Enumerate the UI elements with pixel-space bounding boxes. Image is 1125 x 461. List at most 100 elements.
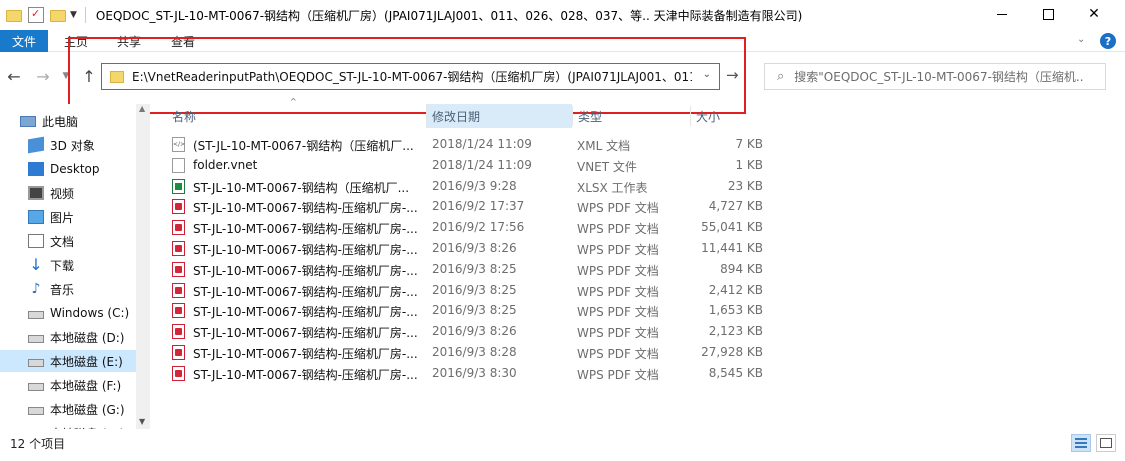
file-date: 2016/9/3 8:26 bbox=[432, 324, 517, 339]
file-type: WPS PDF 文档 bbox=[577, 367, 659, 382]
pc-icon bbox=[20, 115, 36, 127]
file-type: WPS PDF 文档 bbox=[577, 201, 659, 216]
column-header-size[interactable]: 大小 bbox=[690, 104, 770, 128]
file-row[interactable]: ST-JL-10-MT-0067-钢结构（压缩机厂... 2016/9/3 9:2… bbox=[166, 176, 770, 197]
video-icon bbox=[28, 186, 44, 200]
tab-file[interactable]: 文件 bbox=[0, 30, 48, 52]
forward-arrow-icon[interactable]: → bbox=[33, 66, 53, 86]
file-size: 11,441 KB bbox=[701, 241, 763, 255]
sidebar-item[interactable]: Windows (C:) bbox=[0, 302, 150, 324]
search-input[interactable]: ⌕ 搜索"OEQDOC_ST-JL-10-MT-0067-钢结构（压缩机... bbox=[764, 63, 1106, 90]
sidebar-item[interactable]: 本地磁盘 (E:) bbox=[0, 350, 150, 372]
sidebar-item-label: 本地磁盘 (H:) bbox=[50, 425, 124, 430]
file-type: WPS PDF 文档 bbox=[577, 263, 659, 278]
sidebar-item[interactable]: ↓ 下载 bbox=[0, 254, 150, 276]
go-arrow-icon[interactable]: → bbox=[726, 66, 739, 84]
file-name: ST-JL-10-MT-0067-钢结构-压缩机厂房-... bbox=[193, 305, 418, 320]
sidebar-item[interactable]: 本地磁盘 (D:) bbox=[0, 326, 150, 348]
sidebar-item-label: 本地磁盘 (D:) bbox=[50, 330, 125, 345]
pdf-file-icon bbox=[172, 261, 185, 277]
file-row[interactable]: ST-JL-10-MT-0067-钢结构-压缩机厂房-... 2016/9/3 8… bbox=[166, 238, 770, 259]
tab-share[interactable]: 共享 bbox=[117, 33, 141, 50]
xlsx-file-icon bbox=[172, 178, 185, 194]
sidebar-item-label: 文档 bbox=[50, 234, 75, 249]
details-view-button[interactable] bbox=[1071, 434, 1091, 452]
file-row[interactable]: ST-JL-10-MT-0067-钢结构-压缩机厂房-... 2016/9/3 8… bbox=[166, 259, 770, 280]
navigation-bar: ← → ▼ ↑ E:\VnetReaderinputPath\OEQDOC_ST… bbox=[0, 52, 1125, 102]
file-row[interactable]: ST-JL-10-MT-0067-钢结构-压缩机厂房-... 2016/9/3 8… bbox=[166, 342, 770, 363]
drive-icon bbox=[28, 406, 44, 415]
file-size: 8,545 KB bbox=[708, 365, 763, 380]
sidebar-item[interactable]: 视频 bbox=[0, 182, 150, 204]
file-row[interactable]: ST-JL-10-MT-0067-钢结构-压缩机厂房-... 2016/9/2 1… bbox=[166, 217, 770, 238]
folder-icon[interactable] bbox=[6, 10, 22, 22]
chevron-down-icon[interactable]: ⌄ bbox=[703, 69, 711, 80]
pdf-file-icon bbox=[172, 220, 185, 236]
file-row[interactable]: (ST-JL-10-MT-0067-钢结构（压缩机厂... 2018/1/24 1… bbox=[166, 134, 770, 155]
file-type: WPS PDF 文档 bbox=[577, 347, 659, 361]
maximize-icon bbox=[1042, 8, 1054, 20]
properties-icon[interactable] bbox=[28, 7, 44, 23]
column-divider[interactable] bbox=[572, 106, 573, 126]
expand-ribbon-icon[interactable]: ⌄ bbox=[1077, 34, 1085, 45]
chevron-down-icon[interactable]: ▼ bbox=[139, 417, 145, 426]
minimize-icon bbox=[997, 13, 1007, 15]
pdf-file-icon bbox=[172, 199, 185, 215]
file-name: ST-JL-10-MT-0067-钢结构-压缩机厂房-... bbox=[193, 243, 418, 257]
large-icons-view-button[interactable] bbox=[1096, 434, 1116, 452]
column-divider[interactable] bbox=[426, 106, 427, 126]
pdf-file-icon bbox=[172, 282, 185, 298]
file-size: 27,928 KB bbox=[701, 345, 763, 359]
search-placeholder: 搜索"OEQDOC_ST-JL-10-MT-0067-钢结构（压缩机... bbox=[794, 70, 1085, 84]
file-row[interactable]: ST-JL-10-MT-0067-钢结构-压缩机厂房-... 2016/9/2 1… bbox=[166, 196, 770, 217]
pdf-file-icon bbox=[172, 365, 185, 381]
new-folder-icon[interactable] bbox=[50, 10, 66, 22]
minimize-button[interactable] bbox=[979, 0, 1025, 28]
sidebar-item[interactable]: Desktop bbox=[0, 158, 150, 180]
drive-icon bbox=[28, 382, 44, 391]
column-divider[interactable] bbox=[690, 106, 691, 126]
chevron-up-icon[interactable]: ▲ bbox=[139, 104, 145, 113]
column-header-type[interactable]: 类型 bbox=[572, 104, 690, 128]
file-name: ST-JL-10-MT-0067-钢结构-压缩机厂房-... bbox=[193, 347, 418, 361]
file-row[interactable]: folder.vnet 2018/1/24 11:09 VNET 文件 1 KB bbox=[166, 155, 770, 176]
column-header-date[interactable]: 修改日期 bbox=[426, 104, 572, 128]
sidebar-item[interactable]: 本地磁盘 (G:) bbox=[0, 398, 150, 420]
documents-icon bbox=[28, 234, 44, 248]
sidebar-scrollbar[interactable]: ▲ ▼ bbox=[136, 104, 150, 429]
tab-home[interactable]: 主页 bbox=[64, 33, 88, 50]
sidebar-item[interactable]: 此电脑 bbox=[0, 110, 150, 132]
file-type: WPS PDF 文档 bbox=[577, 222, 659, 237]
help-icon[interactable]: ? bbox=[1100, 33, 1116, 49]
sidebar-item[interactable]: 本地磁盘 (F:) bbox=[0, 374, 150, 396]
sidebar-item[interactable]: ♪ 音乐 bbox=[0, 278, 150, 300]
tab-view[interactable]: 查看 bbox=[171, 33, 195, 50]
file-row[interactable]: ST-JL-10-MT-0067-钢结构-压缩机厂房-... 2016/9/3 8… bbox=[166, 321, 770, 342]
sidebar-item[interactable]: 本地磁盘 (H:) bbox=[0, 422, 150, 430]
address-path[interactable]: E:\VnetReaderinputPath\OEQDOC_ST-JL-10-M… bbox=[132, 68, 692, 85]
sidebar-item-label: 下载 bbox=[50, 258, 75, 273]
up-arrow-icon[interactable]: ↑ bbox=[79, 66, 99, 86]
file-row[interactable]: ST-JL-10-MT-0067-钢结构-压缩机厂房-... 2016/9/3 8… bbox=[166, 363, 770, 384]
file-name: (ST-JL-10-MT-0067-钢结构（压缩机厂... bbox=[193, 139, 414, 153]
folder-icon bbox=[110, 70, 124, 83]
close-button[interactable]: ✕ bbox=[1071, 0, 1117, 28]
drive-icon bbox=[28, 334, 44, 343]
quick-access-dropdown-icon[interactable]: ▼ bbox=[70, 10, 77, 20]
back-arrow-icon[interactable]: ← bbox=[4, 66, 24, 86]
3d-objects-icon bbox=[28, 136, 44, 154]
maximize-button[interactable] bbox=[1025, 0, 1071, 28]
column-header-name[interactable]: 名称 bbox=[166, 104, 426, 128]
recent-locations-icon[interactable]: ▼ bbox=[56, 66, 76, 86]
sidebar-item[interactable]: 文档 bbox=[0, 230, 150, 252]
file-type: XML 文档 bbox=[577, 139, 631, 153]
pdf-file-icon bbox=[172, 241, 185, 256]
sidebar-item-label: 此电脑 bbox=[42, 114, 79, 129]
file-row[interactable]: ST-JL-10-MT-0067-钢结构-压缩机厂房-... 2016/9/3 8… bbox=[166, 300, 770, 321]
file-date: 2016/9/3 8:25 bbox=[432, 303, 517, 318]
window-title: OEQDOC_ST-JL-10-MT-0067-钢结构（压缩机厂房）(JPAI0… bbox=[95, 8, 803, 23]
sidebar-item[interactable]: 图片 bbox=[0, 206, 150, 228]
file-row[interactable]: ST-JL-10-MT-0067-钢结构-压缩机厂房-... 2016/9/3 8… bbox=[166, 280, 770, 301]
address-bar[interactable]: E:\VnetReaderinputPath\OEQDOC_ST-JL-10-M… bbox=[101, 63, 720, 90]
sidebar-item[interactable]: 3D 对象 bbox=[0, 134, 150, 156]
